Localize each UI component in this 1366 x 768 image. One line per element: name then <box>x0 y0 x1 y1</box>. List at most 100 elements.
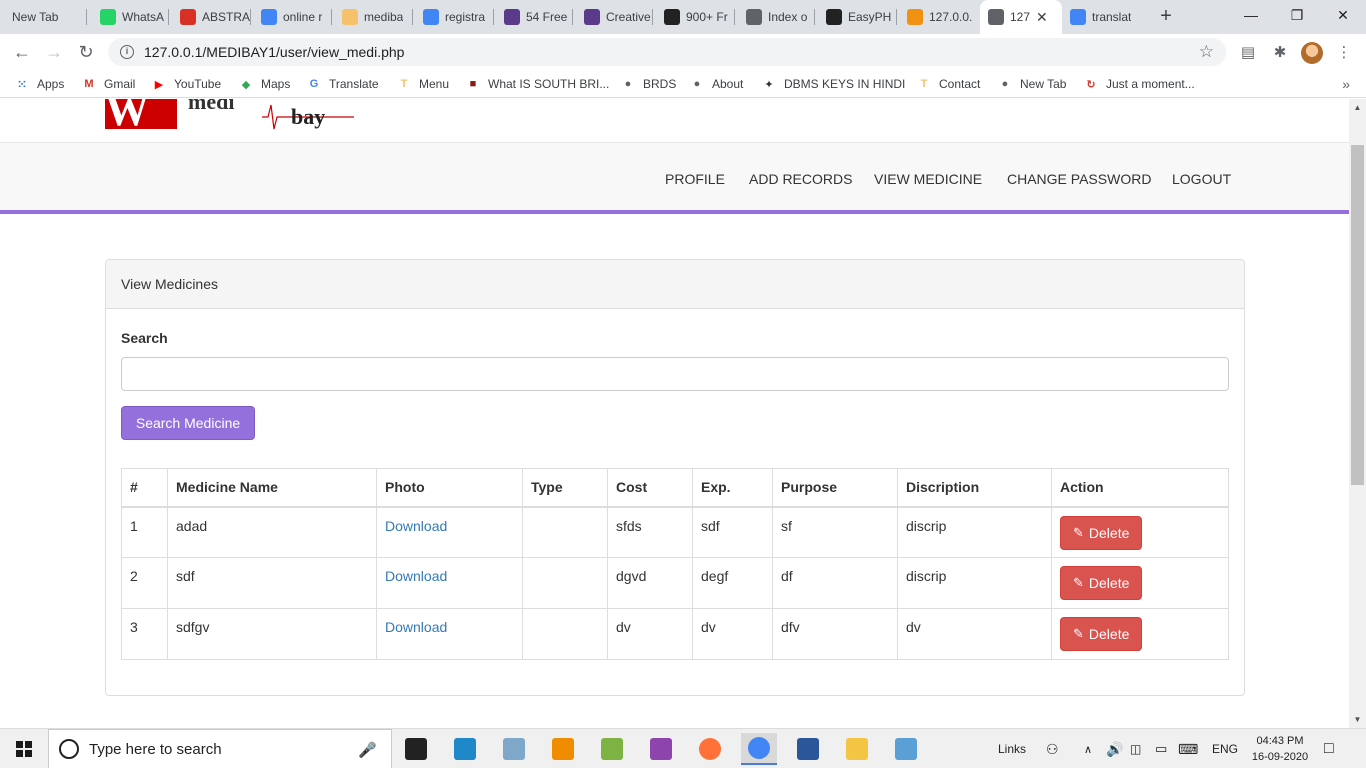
keyboard-icon[interactable]: ⌨ <box>1178 729 1198 768</box>
notification-icon[interactable]: □ <box>1324 729 1334 768</box>
bookmark-item[interactable]: ■ What IS SOUTH BRI... <box>465 74 610 94</box>
medibay-icon: T <box>920 78 928 90</box>
browser-tab[interactable]: translat <box>1062 0 1142 34</box>
links-toolbar[interactable]: Links <box>998 729 1026 768</box>
browser-tab[interactable]: Creative <box>576 0 652 34</box>
scroll-thumb[interactable] <box>1351 145 1364 485</box>
browser-tab[interactable]: 54 Free <box>496 0 572 34</box>
browser-tab[interactable]: ABSTRA <box>172 0 250 34</box>
display-icon[interactable]: ▭ <box>1155 729 1167 768</box>
delete-button[interactable]: ✎ Delete <box>1060 515 1143 550</box>
page-scrollbar[interactable]: ▲ ▼ <box>1349 99 1366 728</box>
nav-add-records[interactable]: ADD RECORDS <box>749 171 852 187</box>
browser-tab[interactable]: Index o <box>738 0 814 34</box>
loading-icon: ↻ <box>1086 78 1096 91</box>
bookmark-item[interactable]: T Contact <box>916 74 981 94</box>
nav-logout[interactable]: LOGOUT <box>1172 171 1231 187</box>
scroll-up-arrow-icon[interactable]: ▲ <box>1349 99 1366 116</box>
logo-top-fragment: medi <box>188 99 235 114</box>
forward-arrow-icon[interactable]: → <box>42 40 66 64</box>
delete-label: Delete <box>1088 626 1130 642</box>
minimize-icon[interactable]: — <box>1228 0 1274 30</box>
bookmark-item[interactable]: M Gmail <box>81 74 135 94</box>
browser-tab[interactable]: 127 ✕ <box>980 0 1062 34</box>
bookmark-item[interactable]: ↻ Just a moment... <box>1083 74 1194 94</box>
tab-close-icon[interactable]: ✕ <box>1036 9 1048 26</box>
download-link[interactable]: Download <box>385 518 447 534</box>
firefox-icon[interactable] <box>692 733 728 765</box>
task-view-icon[interactable] <box>398 733 434 765</box>
back-arrow-icon[interactable]: ← <box>10 40 34 64</box>
browser-tab[interactable]: mediba <box>334 0 412 34</box>
menu-kebab-icon[interactable]: ⋮ <box>1334 42 1354 62</box>
cast-icon[interactable]: ▤ <box>1238 42 1258 62</box>
scroll-down-arrow-icon[interactable]: ▼ <box>1349 711 1366 728</box>
bookmark-item[interactable]: ⁙ Apps <box>14 74 64 94</box>
browser-tab[interactable]: 900+ Fr <box>656 0 734 34</box>
bookmark-item[interactable]: ● New Tab <box>997 74 1067 94</box>
profile-avatar[interactable] <box>1301 42 1323 64</box>
browser-tab[interactable]: online r <box>253 0 331 34</box>
search-medicine-button[interactable]: Search Medicine <box>121 406 255 440</box>
browser-tab[interactable]: New Tab <box>4 0 86 34</box>
nav-change-password[interactable]: CHANGE PASSWORD <box>1007 171 1151 187</box>
paint-icon[interactable] <box>888 733 924 765</box>
address-bar[interactable]: i 127.0.0.1/MEDIBAY1/user/view_medi.php … <box>108 38 1226 66</box>
bookmark-item[interactable]: ● BRDS <box>620 74 677 94</box>
medibay-icon: T <box>400 78 408 90</box>
extensions-puzzle-icon[interactable]: ✱ <box>1270 42 1290 62</box>
vlc-icon[interactable] <box>545 733 581 765</box>
notepadpp-icon[interactable] <box>594 733 630 765</box>
search-input[interactable] <box>121 357 1229 391</box>
restore-icon[interactable]: ❐ <box>1274 0 1320 30</box>
bookmark-item[interactable]: T Menu <box>396 74 449 94</box>
bookmark-item[interactable]: ◆ Maps <box>238 74 291 94</box>
network-icon[interactable]: ◫ <box>1130 729 1141 768</box>
cell-action: ✎ Delete <box>1051 557 1229 609</box>
delete-button[interactable]: ✎ Delete <box>1060 566 1143 600</box>
logo-text[interactable]: bay <box>291 104 325 130</box>
notepad-app-icon[interactable] <box>496 733 532 765</box>
cell-photo: Download <box>376 608 523 660</box>
bookmark-item[interactable]: ● About <box>689 74 744 94</box>
bookmark-star-icon[interactable]: ☆ <box>1199 42 1214 62</box>
browser-tab[interactable]: 127.0.0. <box>899 0 977 34</box>
browser-tab[interactable]: WhatsA <box>92 0 168 34</box>
close-window-icon[interactable]: ✕ <box>1320 0 1366 30</box>
google-icon <box>1070 9 1086 25</box>
bookmark-item[interactable]: ▶ YouTube <box>151 74 221 94</box>
tray-chevron-icon[interactable]: ∧ <box>1084 729 1092 768</box>
remote-desktop-icon[interactable] <box>447 733 483 765</box>
nav-profile[interactable]: PROFILE <box>665 171 725 187</box>
file-explorer-icon[interactable] <box>839 733 875 765</box>
bookmark-item[interactable]: G Translate <box>306 74 379 94</box>
browser-tab[interactable]: registra <box>415 0 493 34</box>
chrome-icon[interactable] <box>741 733 777 765</box>
taskbar-clock[interactable]: 04:43 PM 16-09-2020 <box>1240 733 1320 765</box>
browser-tab[interactable]: EasyPH <box>818 0 896 34</box>
download-link[interactable]: Download <box>385 619 447 635</box>
word-icon[interactable] <box>790 733 826 765</box>
nav-view-medicine[interactable]: VIEW MEDICINE <box>874 171 982 187</box>
volume-icon[interactable]: 🔊 <box>1106 729 1123 768</box>
people-icon[interactable]: ⚇ <box>1046 729 1059 768</box>
bookmarks-overflow-icon[interactable]: » <box>1342 76 1350 92</box>
reload-icon[interactable]: ↻ <box>74 40 98 64</box>
url-text[interactable]: 127.0.0.1/MEDIBAY1/user/view_medi.php <box>144 44 404 60</box>
logo-mark[interactable]: W <box>105 99 177 135</box>
col-header-type: Type <box>522 468 608 508</box>
new-tab-plus-icon[interactable]: + <box>1155 6 1177 28</box>
info-icon[interactable]: i <box>120 45 134 59</box>
maps-icon: ◆ <box>241 78 251 91</box>
language-indicator[interactable]: ENG <box>1212 729 1238 768</box>
bookmark-item[interactable]: ✦ DBMS KEYS IN HINDI <box>761 74 905 94</box>
taskbar-search-box[interactable]: Type here to search 🎤 <box>48 729 392 768</box>
cell-action: ✎ Delete <box>1051 608 1229 660</box>
tab-separator <box>493 9 494 25</box>
delete-button[interactable]: ✎ Delete <box>1060 617 1143 651</box>
table-header-row: # Medicine Name Photo Type Cost Exp. Pur… <box>121 468 1229 508</box>
start-button[interactable] <box>0 729 48 768</box>
winrar-icon[interactable] <box>643 733 679 765</box>
download-link[interactable]: Download <box>385 568 447 584</box>
microphone-icon[interactable]: 🎤 <box>358 741 377 759</box>
